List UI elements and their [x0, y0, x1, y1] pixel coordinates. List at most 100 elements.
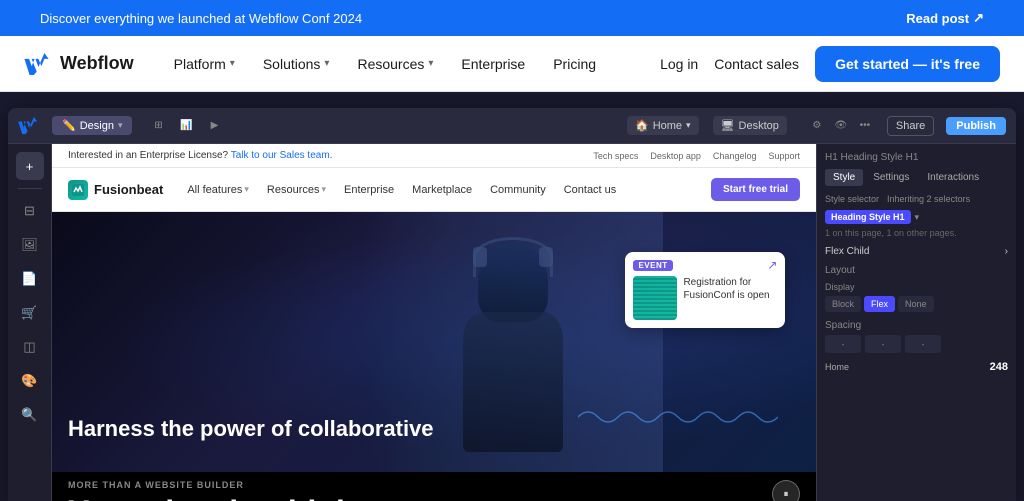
waveform: [578, 402, 778, 432]
rp-home-row: Home 248: [825, 361, 1008, 373]
assets-icon[interactable]: 🖼: [16, 231, 44, 259]
rp-home-label: Home: [825, 362, 849, 372]
home-icon: 🏠: [635, 119, 649, 132]
rp-btn-flex[interactable]: Flex: [864, 296, 895, 312]
divider: [18, 188, 42, 189]
styles-icon[interactable]: 🎨: [16, 367, 44, 395]
spacing-right[interactable]: -: [905, 335, 941, 353]
play-icon[interactable]: ▶: [204, 116, 224, 136]
preview-nav-enterprise[interactable]: Enterprise: [336, 180, 402, 200]
fusionbeat-icon: [68, 180, 88, 200]
layers-icon[interactable]: ⊟: [16, 197, 44, 225]
rp-spacing-label: Spacing: [825, 320, 1008, 331]
canvas-area: ✏️ Design ▾ ⊞ 📊 ▶ 🏠 Home ▾ 🖥 Desktop: [0, 92, 1024, 501]
preview-nav: Fusionbeat All features ▾ Resources ▾ En…: [52, 168, 816, 212]
chevron-icon: ▾: [686, 120, 691, 131]
dropdown-icon: ▾: [118, 120, 123, 131]
nav-pricing[interactable]: Pricing: [541, 50, 608, 78]
main-navigation: Webflow Platform ▾ Solutions ▾ Resources…: [0, 36, 1024, 92]
add-icon[interactable]: +: [16, 152, 44, 180]
rp-tab-settings[interactable]: Settings: [865, 169, 917, 186]
link-techspecs[interactable]: Tech specs: [593, 151, 638, 161]
play-pause-button[interactable]: ⏸: [772, 480, 800, 501]
rp-display-row: Block Flex None: [825, 296, 1008, 312]
editor-design-tab[interactable]: ✏️ Design ▾: [52, 116, 132, 135]
share-button[interactable]: Share: [887, 116, 934, 136]
cms-icon[interactable]: 📄: [16, 265, 44, 293]
editor-top-right-links: ⚙ 👁 ••• Share Publish: [807, 116, 1006, 136]
event-badge: EVENT: [633, 260, 672, 271]
right-panel: H1 Heading Style H1 Style Settings Inter…: [816, 144, 1016, 501]
expand-icon[interactable]: ↗: [767, 258, 777, 272]
rp-tabs: Style Settings Interactions: [825, 169, 1008, 186]
settings-icon[interactable]: ⚙: [807, 116, 827, 136]
more-icon[interactable]: •••: [855, 116, 875, 136]
link-changelog[interactable]: Changelog: [713, 151, 757, 161]
chevron-down-icon: ▾: [230, 58, 235, 69]
event-card[interactable]: EVENT ↗ Registration for FusionConf is o…: [625, 252, 785, 328]
preview-hero: Harness the power of collaborative EVENT…: [52, 212, 816, 472]
publish-button[interactable]: Publish: [946, 117, 1006, 135]
rp-btn-block[interactable]: Block: [825, 296, 861, 312]
more-subtitle: MORE THAN A WEBSITE BUILDER: [68, 480, 364, 490]
nav-login[interactable]: Log in: [660, 56, 698, 72]
nav-resources[interactable]: Resources ▾: [345, 50, 445, 78]
webflow-logo[interactable]: Webflow: [24, 53, 134, 75]
design-icon: ✏️: [62, 119, 76, 132]
preview-cta-button[interactable]: Start free trial: [711, 178, 800, 201]
announcement-text: Discover everything we launched at Webfl…: [40, 11, 362, 26]
rp-note: 1 on this page, 1 on other pages.: [825, 228, 1008, 238]
website-preview: Interested in an Enterprise License? Tal…: [52, 144, 816, 501]
chevron-right-icon: ›: [1005, 246, 1008, 257]
page-selector[interactable]: 🏠 Home ▾: [627, 116, 699, 135]
editor-toolbar-icons: ⊞ 📊 ▶: [148, 116, 224, 136]
announcement-bar: Discover everything we launched at Webfl…: [0, 0, 1024, 36]
link-support[interactable]: Support: [768, 151, 800, 161]
ecommerce-icon[interactable]: 🛒: [16, 299, 44, 327]
rp-heading-badge[interactable]: Heading Style H1: [825, 210, 911, 224]
preview-enterprise-bar: Interested in an Enterprise License? Tal…: [52, 144, 816, 168]
rp-tab-style[interactable]: Style: [825, 169, 863, 186]
eye-icon[interactable]: 👁: [831, 116, 851, 136]
announcement-cta[interactable]: Read post ↗: [906, 10, 984, 26]
preview-top-links: Tech specs Desktop app Changelog Support: [593, 151, 800, 161]
enterprise-link[interactable]: Talk to our Sales team.: [231, 150, 333, 161]
spacing-top[interactable]: -: [825, 335, 861, 353]
preview-nav-resources[interactable]: Resources ▾: [259, 180, 334, 200]
link-desktopapp[interactable]: Desktop app: [650, 151, 701, 161]
rp-display-label: Display: [825, 282, 1008, 292]
get-started-button[interactable]: Get started — it's free: [815, 46, 1000, 82]
event-thumbnail: [633, 276, 677, 320]
seo-icon[interactable]: 🔍: [16, 401, 44, 429]
chevron-icon: ▾: [915, 212, 920, 223]
event-card-body: Registration for FusionConf is open: [625, 276, 785, 328]
webflow-logo-text: Webflow: [60, 53, 134, 74]
chart-icon[interactable]: 📊: [176, 116, 196, 136]
rp-section-label: H1 Heading Style H1: [825, 152, 1008, 163]
desktop-icon: 🖥: [721, 119, 735, 132]
chevron-down-icon: ▾: [428, 58, 433, 69]
event-thumb-visual: [633, 276, 677, 320]
left-panel: + ⊟ 🖼 📄 🛒 ◫ 🎨 🔍: [8, 144, 52, 501]
grid-icon[interactable]: ⊞: [148, 116, 168, 136]
more-section: MORE THAN A WEBSITE BUILDER Your site sh…: [52, 472, 816, 501]
nav-platform[interactable]: Platform ▾: [162, 50, 247, 78]
rp-btn-none[interactable]: None: [898, 296, 934, 312]
nav-contact-sales[interactable]: Contact sales: [714, 56, 799, 72]
nav-enterprise[interactable]: Enterprise: [449, 50, 537, 78]
spacing-left[interactable]: -: [865, 335, 901, 353]
preview-nav-marketplace[interactable]: Marketplace: [404, 180, 480, 200]
preview-nav-allfeatures[interactable]: All features ▾: [179, 180, 257, 200]
rp-spacing-row: - - -: [825, 335, 1008, 353]
editor-chrome: ✏️ Design ▾ ⊞ 📊 ▶ 🏠 Home ▾ 🖥 Desktop: [8, 108, 1016, 501]
preview-nav-community[interactable]: Community: [482, 180, 554, 200]
preview-logo[interactable]: Fusionbeat: [68, 180, 163, 200]
rp-tab-interactions[interactable]: Interactions: [919, 169, 987, 186]
preview-nav-contactus[interactable]: Contact us: [556, 180, 625, 200]
event-card-header: EVENT ↗: [625, 252, 785, 276]
components-icon[interactable]: ◫: [16, 333, 44, 361]
viewport-selector[interactable]: 🖥 Desktop: [713, 116, 787, 135]
nav-solutions[interactable]: Solutions ▾: [251, 50, 342, 78]
chevron-down-icon: ▾: [324, 58, 329, 69]
rp-selector-row: Style selector Inheriting 2 selectors: [825, 194, 1008, 204]
